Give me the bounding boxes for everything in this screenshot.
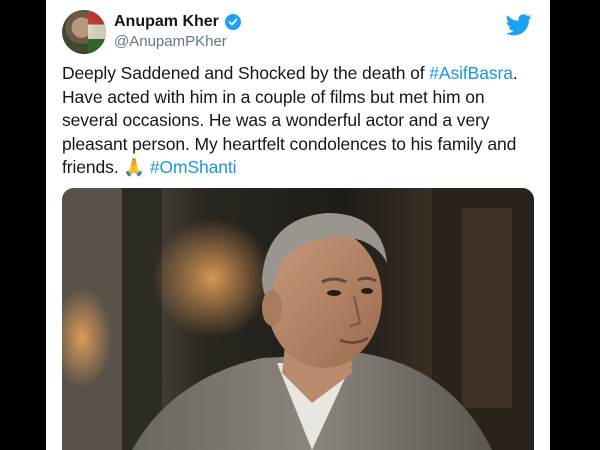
photo-scene	[62, 188, 534, 450]
tweet-photo[interactable]	[62, 188, 534, 450]
hashtag-asifbasra[interactable]: #AsifBasra	[429, 63, 513, 83]
tweet-card: Anupam Kher @AnupamPKher Deeply Saddened…	[46, 0, 550, 450]
folded-hands-emoji: 🙏	[123, 157, 146, 177]
author-name-row: Anupam Kher	[114, 13, 241, 31]
hashtag-omshanti[interactable]: #OmShanti	[150, 157, 237, 177]
tweet-text: Deeply Saddened and Shocked by the death…	[62, 62, 534, 180]
author-handle[interactable]: @AnupamPKher	[114, 33, 227, 50]
verified-badge-icon	[224, 14, 241, 30]
twitter-bird-icon[interactable]	[506, 14, 532, 36]
author-display-name[interactable]: Anupam Kher	[114, 13, 219, 31]
avatar-flag	[88, 10, 106, 54]
tweet-text-part1: Deeply Saddened and Shocked by the death…	[62, 63, 430, 83]
avatar[interactable]	[62, 10, 106, 54]
